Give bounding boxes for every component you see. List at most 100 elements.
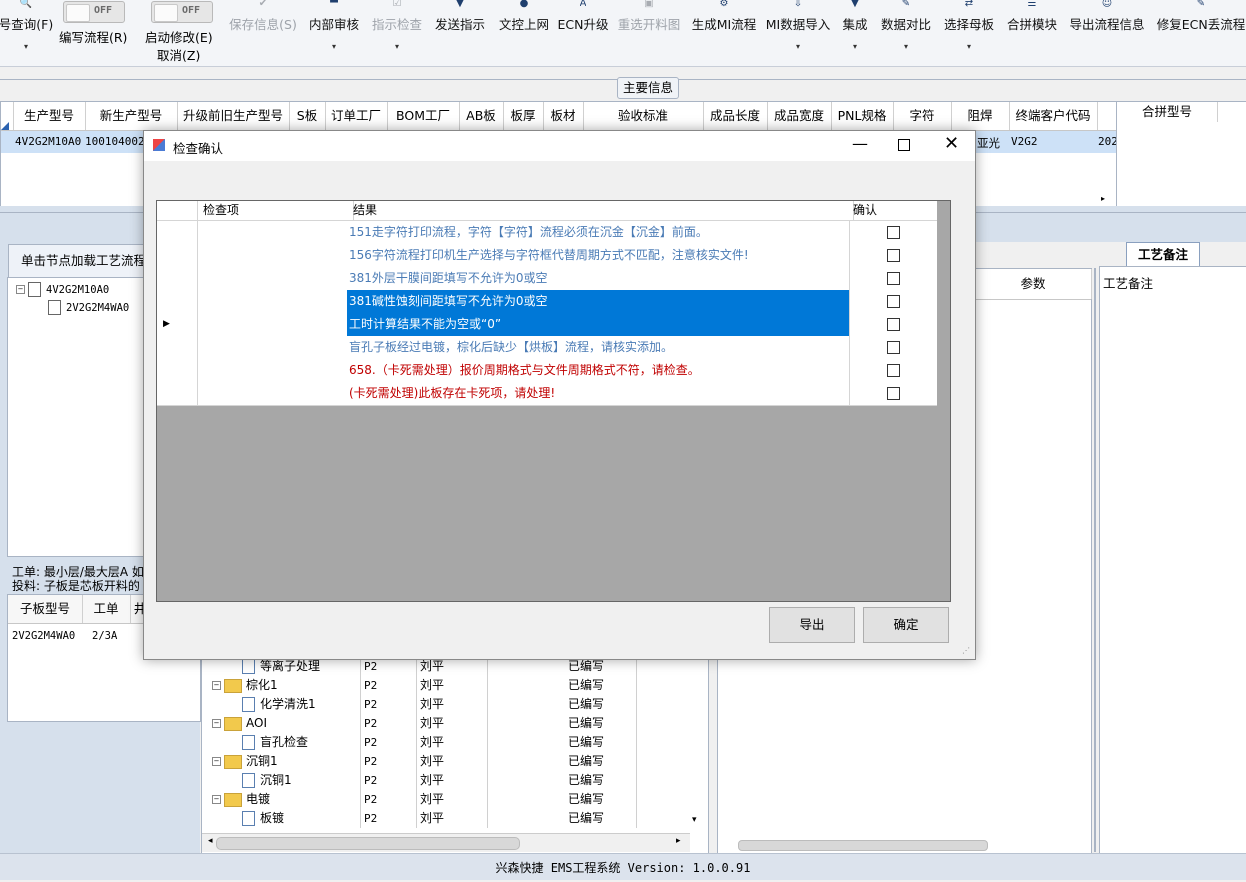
fix-ecn-button[interactable]: ✎ 修复ECN丢流程 [1156,0,1246,66]
check-row[interactable]: 盲孔子板经过电镀，棕化后缺少【烘板】流程，请核实添加。 [157,336,937,360]
table-row[interactable]: 盲孔检查 P2 刘平 已编写 [202,733,690,752]
dialog-titlebar[interactable]: 检查确认 — ✕ [144,131,975,161]
col-work-order[interactable]: 工单 [82,595,131,623]
col-prod-no[interactable]: 生产型号 [13,102,86,130]
col-merge-model[interactable]: 合拼型号 [1117,102,1218,122]
col-char[interactable]: 字符 [893,102,952,130]
check-item-cell [197,382,348,405]
table-row[interactable]: 沉铜1 P2 刘平 已编写 [202,771,690,790]
check-item-cell [197,244,348,267]
save-info-button[interactable]: ✔ 保存信息(S) [228,0,298,66]
table-row[interactable]: − AOI P2 刘平 已编写 [202,714,690,733]
tree-node-root[interactable]: −4V2G2M10A0 [16,280,109,299]
scroll-down-icon[interactable]: ▾ [692,815,697,825]
splitter[interactable] [1094,268,1096,852]
gen-mi-flow-button[interactable]: ⚙ 生成MI流程 [691,0,757,66]
scroll-right-icon[interactable]: ▸ [1101,194,1105,203]
start-modify-toggle[interactable]: OFF [151,1,213,23]
h-scrollbar[interactable] [718,839,1088,851]
confirm-checkbox[interactable] [887,249,900,262]
dropdown-arrow-icon: ▾ [394,42,399,51]
check-grid-header: 检查项 结果 确认 [157,201,937,221]
col-new-prod-no[interactable]: 新生产型号 [85,102,178,130]
collapse-icon[interactable]: − [212,719,221,728]
resize-grip-icon[interactable]: ⋰ [962,646,970,655]
col-check-item[interactable]: 检查项 [197,201,354,220]
checkbox-icon: ☑ [392,0,402,9]
close-icon[interactable]: ✕ [944,133,959,154]
table-row[interactable]: − 电镀 P2 刘平 已编写 [202,790,690,809]
col-solder[interactable]: 阻焊 [951,102,1010,130]
col-order-factory[interactable]: 订单工厂 [325,102,388,130]
tab-remark[interactable]: 工艺备注 [1126,242,1200,267]
query-button[interactable]: 🔍 号查询(F) ▾ [0,0,53,66]
minimize-icon[interactable]: — [852,134,868,153]
confirm-checkbox[interactable] [887,341,900,354]
check-row[interactable]: 658.（卡死需处理）报价周期格式与文件周期格式不符，请检查。 [157,359,937,383]
col-bom-factory[interactable]: BOM工厂 [387,102,460,130]
col-thickness[interactable]: 板厚 [503,102,544,130]
col-length[interactable]: 成品长度 [703,102,768,130]
export-button[interactable]: 导出 [769,607,855,643]
result-cell: 151走字符打印流程，字符【字符】流程必须在沉金【沉金】前面。 [347,221,850,244]
send-indicator-button[interactable]: ▼ 发送指示 [434,0,486,66]
document-icon [242,735,255,750]
col-confirm[interactable]: 确认 [847,201,943,220]
col-result[interactable]: 结果 [347,201,854,220]
doc-online-button[interactable]: ● 文控上网 [497,0,551,66]
col-standard[interactable]: 验收标准 [583,102,704,130]
remark-panel: 工艺备注 [1099,266,1246,854]
check-row[interactable]: 381碱性蚀刻间距填写不允许为0或空 [157,290,937,314]
edit-flow-toggle[interactable]: OFF [63,1,125,23]
mi-import-button[interactable]: ⇩ MI数据导入 ▾ [765,0,831,66]
col-s-board[interactable]: S板 [289,102,326,130]
collapse-icon[interactable]: − [212,681,221,690]
internal-review-button[interactable]: ▀ 内部审核 ▾ [308,0,360,66]
collapse-icon[interactable]: − [16,285,25,294]
scroll-left-icon[interactable]: ◂ [208,836,213,846]
col-material[interactable]: 板材 [543,102,584,130]
scroll-right-icon[interactable]: ▸ [676,836,681,846]
col-pnl[interactable]: PNL规格 [831,102,894,130]
table-row[interactable]: 化学清洗1 P2 刘平 已编写 [202,695,690,714]
col-ab-board[interactable]: AB板 [459,102,504,130]
collapse-icon[interactable]: − [212,795,221,804]
check-row[interactable]: 151走字符打印流程，字符【字符】流程必须在沉金【沉金】前面。 [157,221,937,245]
indicator-check-button[interactable]: ☑ 指示检查 ▾ [371,0,423,66]
folder-icon [224,716,242,731]
ok-button[interactable]: 确定 [863,607,949,643]
col-customer[interactable]: 终端客户代码 [1009,102,1098,130]
ecn-upgrade-button[interactable]: A ECN升级 [558,0,609,66]
maximize-icon[interactable] [898,139,910,151]
col-sub-model[interactable]: 子板型号 [8,595,83,623]
collapse-icon[interactable]: − [212,757,221,766]
check-row[interactable]: 156字符流程打印机生产选择与字符框代替周期方式不匹配，注意核实文件! [157,244,937,268]
table-row[interactable]: − 棕化1 P2 刘平 已编写 [202,676,690,695]
confirm-checkbox[interactable] [887,364,900,377]
data-compare-button[interactable]: ✎ 数据对比 ▾ [880,0,932,66]
export-flow-button[interactable]: ☺ 导出流程信息 [1069,0,1145,66]
cancel-button[interactable]: 取消(Z) [157,45,200,64]
col-param[interactable]: 参数 [975,269,1092,299]
confirm-checkbox[interactable] [887,387,900,400]
reselect-chart-button[interactable]: ▣ 重选开料图 [617,0,681,66]
result-cell: 381外层干膜间距填写不允许为0或空 [347,267,850,290]
confirm-checkbox[interactable] [887,295,900,308]
select-template-button[interactable]: ⇄ 选择母板 ▾ [943,0,995,66]
confirm-checkbox[interactable] [887,272,900,285]
integrate-button[interactable]: ▼ 集成 ▾ [840,0,870,66]
col-width[interactable]: 成品宽度 [767,102,832,130]
check-row[interactable]: 381外层干膜间距填写不允许为0或空 [157,267,937,291]
check-row[interactable]: (卡死需处理)此板存在卡死项，请处理! [157,382,937,406]
note-line2: 投料: 子板是芯板开料的 [12,579,140,593]
table-row[interactable]: 板镀 P2 刘平 已编写 [202,809,690,828]
confirm-checkbox[interactable] [887,226,900,239]
confirm-checkbox[interactable] [887,318,900,331]
check-icon: ✔ [258,0,268,9]
tree-node-child[interactable]: 2V2G2M4WA0 [48,298,129,317]
merge-module-button[interactable]: ☰ 合拼模块 [1006,0,1058,66]
h-scrollbar[interactable]: ◂ ▸ [202,833,690,852]
table-row[interactable]: − 沉铜1 P2 刘平 已编写 [202,752,690,771]
col-old-prod-no[interactable]: 升级前旧生产型号 [177,102,290,130]
check-row[interactable]: ▶ 工时计算结果不能为空或“0” [157,313,937,337]
